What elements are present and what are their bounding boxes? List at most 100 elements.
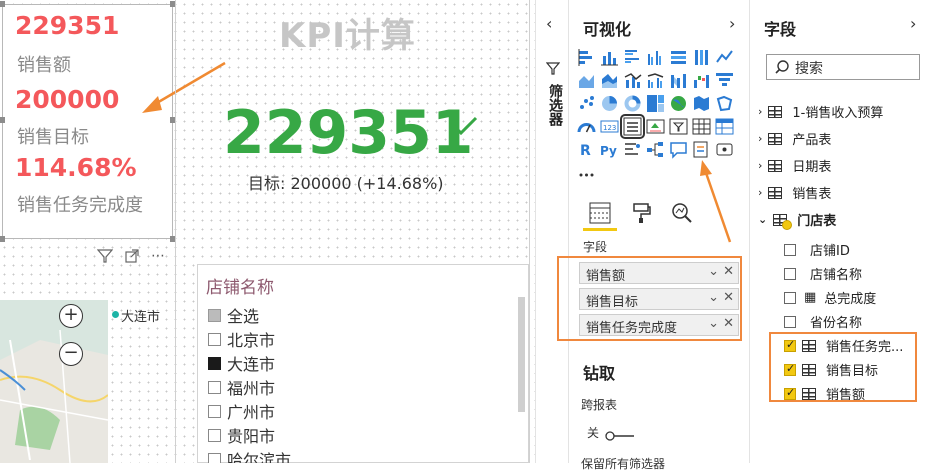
more-options-icon[interactable]: ⋯ — [151, 248, 166, 264]
ribbon-chart-icon[interactable] — [669, 71, 688, 90]
map-tiles — [0, 300, 108, 463]
r-visual-icon[interactable]: R — [577, 140, 596, 159]
100-column-chart-icon[interactable] — [692, 48, 711, 67]
chevron-right-icon[interactable]: › — [758, 105, 762, 118]
kpi-icon[interactable] — [646, 117, 665, 136]
table-icon[interactable] — [692, 117, 711, 136]
waterfall-chart-icon[interactable] — [692, 71, 711, 90]
format-paint-roller-icon[interactable] — [631, 202, 651, 224]
area-chart-icon[interactable] — [577, 71, 596, 90]
clustered-bar-chart-icon[interactable] — [623, 48, 642, 67]
keep-all-filters-label: 保留所有筛选器 — [581, 457, 666, 471]
resize-handle[interactable] — [0, 236, 5, 242]
svg-text:R: R — [580, 143, 591, 159]
funnel-chart-icon[interactable] — [715, 71, 734, 90]
key-influencers-icon[interactable] — [623, 140, 642, 159]
slicer-checkbox[interactable] — [208, 428, 221, 442]
slicer-scrollbar[interactable] — [518, 297, 525, 412]
stacked-area-chart-icon[interactable] — [600, 71, 619, 90]
slicer-icon[interactable] — [669, 117, 688, 136]
drill-section-title: 钻取 — [583, 364, 616, 383]
python-visual-icon[interactable]: Py — [600, 140, 619, 159]
line-and-clustered-column-icon[interactable] — [646, 71, 665, 90]
zoom-out-button[interactable]: − — [59, 342, 83, 366]
filter-pane-collapsed[interactable]: ‹ 筛选器 — [535, 0, 568, 463]
slicer-item[interactable]: 哈尔滨市 — [208, 447, 291, 463]
chevron-right-icon[interactable]: › — [758, 132, 762, 145]
table-node-budget[interactable]: › 1-销售收入预算 — [758, 102, 883, 121]
scatter-chart-icon[interactable] — [577, 94, 596, 113]
resize-handle[interactable] — [0, 1, 5, 7]
gauge-icon[interactable] — [577, 117, 596, 136]
chevron-down-icon[interactable]: ⌄ — [758, 213, 767, 226]
multi-row-card-icon[interactable] — [620, 114, 645, 139]
chevron-right-icon[interactable]: › — [910, 14, 916, 33]
table-node-product[interactable]: › 产品表 — [758, 129, 831, 148]
slicer-item[interactable]: 大连市 — [208, 351, 275, 375]
field-item[interactable]: 店铺名称 — [784, 264, 862, 283]
chevron-right-icon[interactable]: › — [758, 186, 762, 199]
card-value-rate: 114.68% — [15, 153, 137, 182]
slicer-checkbox[interactable] — [208, 356, 221, 370]
matrix-icon[interactable] — [715, 117, 734, 136]
field-item[interactable]: 店铺ID — [784, 240, 850, 259]
map-point-marker[interactable] — [112, 311, 119, 318]
kpi-goal-text: 目标: 200000 (+14.68%) — [248, 174, 444, 193]
slicer-checkbox[interactable] — [208, 452, 221, 463]
resize-handle[interactable] — [0, 117, 5, 123]
slicer-checkbox[interactable] — [208, 404, 221, 418]
slicer-item[interactable]: 福州市 — [208, 375, 275, 399]
table-node-sales[interactable]: › 销售表 — [758, 183, 831, 202]
slicer-item-select-all[interactable]: 全选 — [208, 303, 259, 327]
shape-map-icon[interactable] — [715, 94, 734, 113]
fields-tab-icon[interactable] — [589, 202, 611, 224]
field-item[interactable]: ▦ 总完成度 — [784, 288, 876, 307]
stacked-bar-chart-icon[interactable] — [577, 48, 596, 67]
filled-map-icon[interactable] — [692, 94, 711, 113]
chevron-right-icon[interactable]: › — [758, 159, 762, 172]
map-visual[interactable]: + − — [0, 300, 108, 463]
donut-chart-icon[interactable] — [623, 94, 642, 113]
pie-chart-icon[interactable] — [600, 94, 619, 113]
table-node-store[interactable]: ⌄ 门店表 — [758, 210, 836, 229]
clustered-column-chart-icon[interactable] — [646, 48, 665, 67]
kpi-title: KPI计算 — [279, 16, 416, 56]
slicer-item[interactable]: 广州市 — [208, 399, 275, 423]
filter-pane-label[interactable]: 筛选器 — [545, 84, 565, 126]
field-checkbox[interactable] — [784, 315, 796, 328]
report-canvas[interactable]: 229351 销售额 200000 销售目标 114.68% 销售任务完成度 K… — [0, 0, 535, 463]
100-bar-chart-icon[interactable] — [669, 48, 688, 67]
table-in-use-badge — [782, 220, 792, 230]
cross-report-toggle[interactable] — [605, 427, 635, 441]
decomposition-tree-icon[interactable] — [646, 140, 665, 159]
field-checkbox[interactable] — [784, 291, 796, 304]
check-icon — [452, 116, 478, 136]
slicer-visual[interactable]: 店铺名称 全选 北京市 大连市 福州市 广州市 贵阳市 哈尔滨市 — [197, 264, 529, 463]
stacked-column-chart-icon[interactable] — [600, 48, 619, 67]
card-icon[interactable]: 123 — [600, 117, 619, 136]
slicer-item[interactable]: 贵阳市 — [208, 423, 275, 447]
qna-visual-icon[interactable] — [669, 140, 688, 159]
focus-mode-icon[interactable] — [125, 249, 139, 263]
field-search-input[interactable]: 搜索 — [766, 54, 920, 80]
line-and-stacked-column-icon[interactable] — [623, 71, 642, 90]
table-node-date[interactable]: › 日期表 — [758, 156, 831, 175]
slicer-checkbox[interactable] — [208, 332, 221, 346]
slicer-checkbox[interactable] — [208, 380, 221, 394]
highlight-box-selected-fields — [769, 332, 917, 402]
chevron-left-icon[interactable]: ‹ — [546, 14, 552, 33]
slicer-item[interactable]: 北京市 — [208, 327, 275, 351]
line-chart-icon[interactable] — [715, 48, 734, 67]
treemap-icon[interactable] — [646, 94, 665, 113]
zoom-in-button[interactable]: + — [59, 304, 83, 328]
more-visuals-icon[interactable] — [577, 163, 596, 182]
field-checkbox[interactable] — [784, 267, 796, 280]
slicer-checkbox[interactable] — [208, 308, 221, 322]
field-checkbox[interactable] — [784, 243, 796, 256]
field-item[interactable]: 省份名称 — [784, 312, 862, 331]
table-icon — [768, 186, 783, 199]
chevron-right-icon[interactable]: › — [729, 14, 735, 33]
card-value-sales: 229351 — [15, 11, 120, 40]
map-icon[interactable] — [669, 94, 688, 113]
filter-icon[interactable] — [97, 249, 113, 263]
